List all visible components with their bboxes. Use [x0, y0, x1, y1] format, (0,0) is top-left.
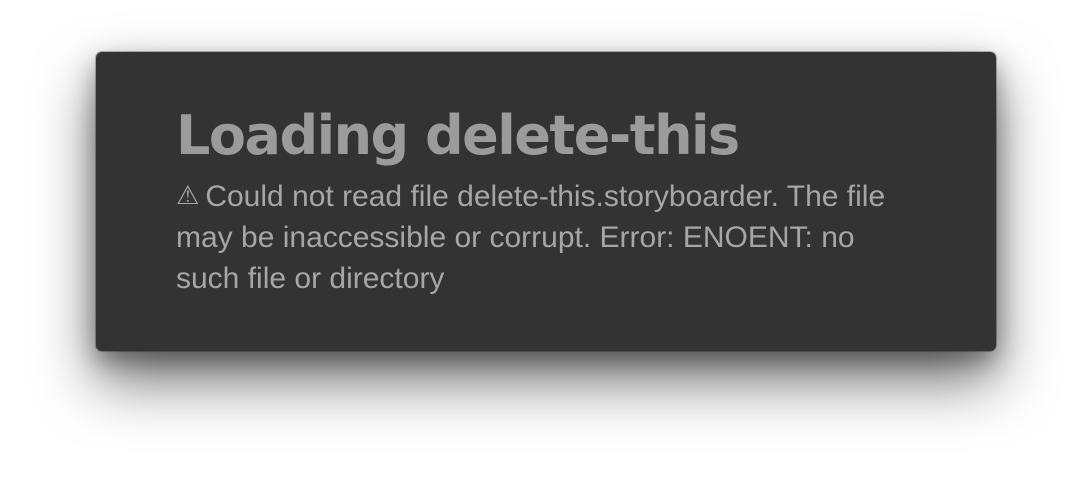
warning-icon: ⚠ [176, 181, 200, 211]
error-message-text: Could not read file delete-this.storyboa… [176, 180, 886, 295]
error-message: ⚠ Could not read file delete-this.storybo… [176, 176, 896, 299]
dialog-title: Loading delete-this [176, 104, 740, 167]
loading-error-dialog: Loading delete-this ⚠ Could not read file… [96, 52, 996, 351]
